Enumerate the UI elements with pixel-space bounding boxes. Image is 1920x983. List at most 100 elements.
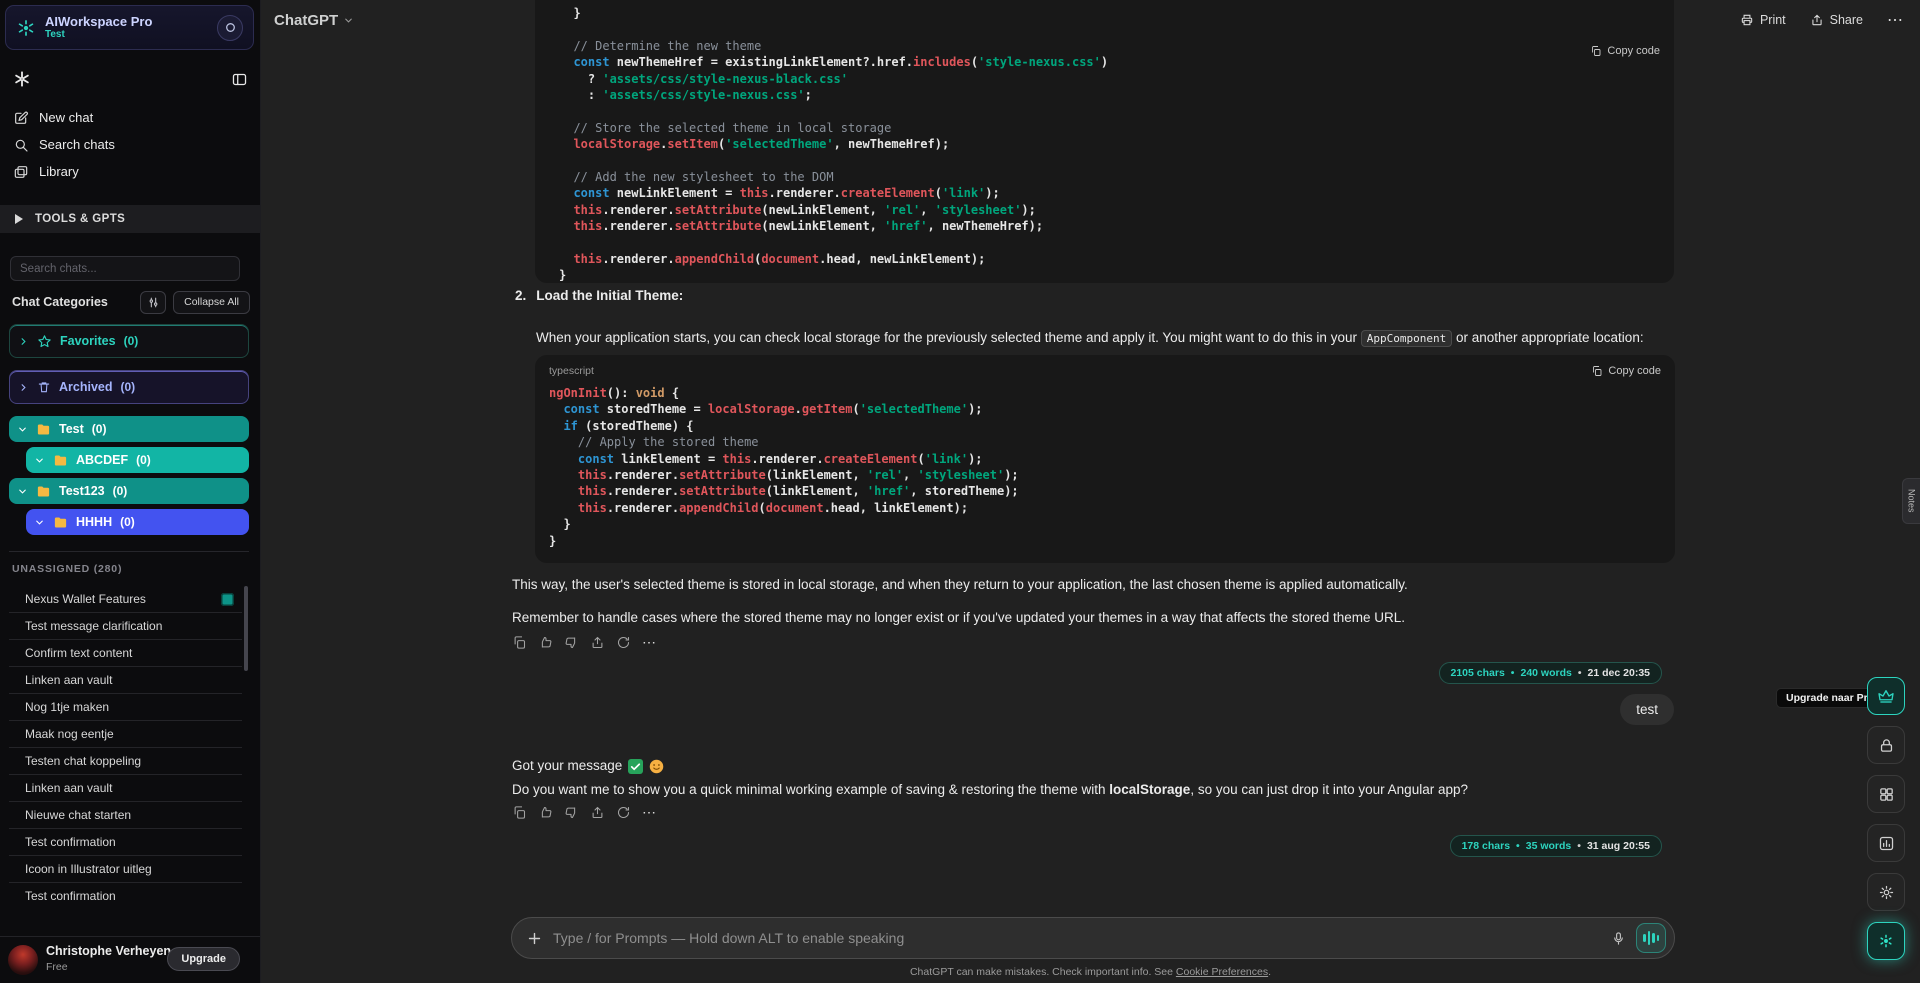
thumbs-down-icon[interactable] xyxy=(564,805,579,820)
chat-list-item[interactable]: Maak nog eentje xyxy=(9,721,242,748)
sidebar-item-library[interactable]: Library xyxy=(0,158,260,185)
copy-icon xyxy=(1590,45,1602,57)
code-block-2: typescript Copy code ngOnInit(): void { … xyxy=(535,355,1675,563)
folder-icon xyxy=(53,515,68,530)
copy-icon[interactable] xyxy=(512,635,527,650)
sidebar-collapse-icon[interactable] xyxy=(231,71,248,88)
openai-logo-icon[interactable] xyxy=(12,69,32,89)
copy-icon[interactable] xyxy=(512,805,527,820)
check-emoji xyxy=(628,759,643,774)
collapse-all-button[interactable]: Collapse All xyxy=(173,291,250,314)
gear-icon xyxy=(1878,884,1895,901)
regenerate-icon[interactable] xyxy=(616,805,631,820)
copy-code-button[interactable]: Copy code xyxy=(1590,45,1660,57)
notes-tab[interactable]: Notes xyxy=(1902,478,1920,524)
regenerate-icon[interactable] xyxy=(616,635,631,650)
user-message-bubble: test xyxy=(1620,694,1674,725)
category-hhhh[interactable]: HHHH(0) xyxy=(26,509,249,535)
step-heading: 2. Load the Initial Theme: xyxy=(515,288,683,303)
message-stats-badge: 2105 chars • 240 words • 21 dec 20:35 xyxy=(1439,662,1663,684)
workspace-card[interactable]: AIWorkspace Pro Test xyxy=(5,5,254,50)
chat-list-item[interactable]: Testen chat koppeling xyxy=(9,748,242,775)
folder-icon xyxy=(53,453,68,468)
smile-emoji xyxy=(649,759,664,774)
chat-list-item[interactable]: Linken aan vault xyxy=(9,667,242,694)
step-title: Load the Initial Theme: xyxy=(536,288,683,303)
share-icon xyxy=(1810,13,1824,27)
sidebar-item-search-chats[interactable]: Search chats xyxy=(0,131,260,158)
category-favorites[interactable]: Favorites(0) xyxy=(9,324,249,358)
chat-list-item[interactable]: Test message clarification xyxy=(9,613,242,640)
plus-icon[interactable] xyxy=(526,930,543,947)
composer xyxy=(511,917,1675,959)
new-chat-icon xyxy=(13,110,29,126)
upload-icon[interactable] xyxy=(590,805,605,820)
code-content: } // Determine the new theme const newTh… xyxy=(535,0,1674,284)
tools-and-gpts-section[interactable]: TOOLS & GPTS xyxy=(0,205,260,233)
thumbs-up-icon[interactable] xyxy=(538,635,553,650)
prompt-input[interactable] xyxy=(553,930,1601,946)
thumbs-down-icon[interactable] xyxy=(564,635,579,650)
chevron-right-icon xyxy=(18,382,29,393)
more-options-icon[interactable]: ⋯ xyxy=(642,804,657,821)
lock-button[interactable] xyxy=(1867,726,1905,764)
library-icon xyxy=(13,164,29,180)
chat-list-item[interactable]: Linken aan vault xyxy=(9,775,242,802)
microphone-icon[interactable] xyxy=(1611,931,1626,946)
chevron-down-icon xyxy=(34,517,45,528)
assistant-question: Do you want me to show you a quick minim… xyxy=(512,780,1682,800)
category-abcdef[interactable]: ABCDEF(0) xyxy=(26,447,249,473)
voice-mode-button[interactable] xyxy=(1636,923,1666,953)
chat-tag-badge xyxy=(221,593,234,606)
disclaimer: ChatGPT can make mistakes. Check importa… xyxy=(261,966,1920,978)
chat-list-item[interactable]: Test confirmation xyxy=(9,883,242,908)
category-archived[interactable]: Archived(0) xyxy=(9,370,249,404)
workspace-name: AIWorkspace Pro xyxy=(45,15,152,29)
thumbs-up-icon[interactable] xyxy=(538,805,553,820)
upgrade-button[interactable]: Upgrade xyxy=(167,947,240,971)
more-options-icon[interactable]: ⋯ xyxy=(642,634,657,651)
grid-icon xyxy=(1878,786,1895,803)
copy-code-button[interactable]: Copy code xyxy=(1591,365,1661,377)
user-bar: Christophe Verheyen Free Upgrade xyxy=(0,936,260,983)
aiworkspace-button[interactable] xyxy=(1867,922,1905,960)
chat-list-scrollbar[interactable] xyxy=(244,586,248,908)
share-button[interactable]: Share xyxy=(1810,13,1863,27)
category-list: Favorites(0) Archived(0) Test(0) ABCDEF(0) T… xyxy=(9,324,249,540)
chat-list-item[interactable]: Nieuwe chat starten xyxy=(9,802,242,829)
chat-search-input[interactable] xyxy=(10,256,240,281)
model-switcher[interactable]: ChatGPT xyxy=(274,12,354,29)
bar-chart-icon xyxy=(1878,835,1895,852)
workspace-toggle-button[interactable] xyxy=(217,15,243,41)
chat-list-item[interactable]: Confirm text content xyxy=(9,640,242,667)
upgrade-pro-button[interactable] xyxy=(1867,677,1905,715)
chevron-down-icon xyxy=(343,15,354,26)
assistant-line: Got your message xyxy=(512,756,664,776)
sidebar-item-new-chat[interactable]: New chat xyxy=(0,104,260,131)
category-filter-button[interactable] xyxy=(140,291,166,314)
more-options-icon[interactable]: ⋯ xyxy=(1887,10,1904,30)
message-stats-badge: 178 chars • 35 words • 31 aug 20:55 xyxy=(1450,835,1662,857)
unassigned-header: UNASSIGNED (280) xyxy=(12,563,122,575)
cookie-preferences-link[interactable]: Cookie Preferences xyxy=(1176,966,1268,978)
category-test123[interactable]: Test123(0) xyxy=(9,478,249,504)
avatar[interactable] xyxy=(8,945,38,975)
print-button[interactable]: Print xyxy=(1740,13,1786,27)
chat-list-item[interactable]: Icoon in Illustrator uitleg xyxy=(9,856,242,883)
search-icon xyxy=(13,137,29,153)
workspace-logo-icon xyxy=(1877,932,1895,950)
upload-icon[interactable] xyxy=(590,635,605,650)
stats-button[interactable] xyxy=(1867,824,1905,862)
category-test[interactable]: Test(0) xyxy=(9,416,249,442)
printer-icon xyxy=(1740,13,1754,27)
settings-button[interactable] xyxy=(1867,873,1905,911)
apps-grid-button[interactable] xyxy=(1867,775,1905,813)
chat-list-item[interactable]: Nexus Wallet Features xyxy=(9,586,242,613)
crown-icon xyxy=(1877,687,1895,705)
chat-list-item[interactable]: Nog 1tje maken xyxy=(9,694,242,721)
chat-list-item[interactable]: Test confirmation xyxy=(9,829,242,856)
chat-categories-title: Chat Categories xyxy=(12,295,133,309)
main-area: ChatGPT Print Share ⋯ } // Determine xyxy=(261,0,1920,983)
lock-icon xyxy=(1878,737,1895,754)
code-block-1: } // Determine the new theme const newTh… xyxy=(535,0,1674,283)
